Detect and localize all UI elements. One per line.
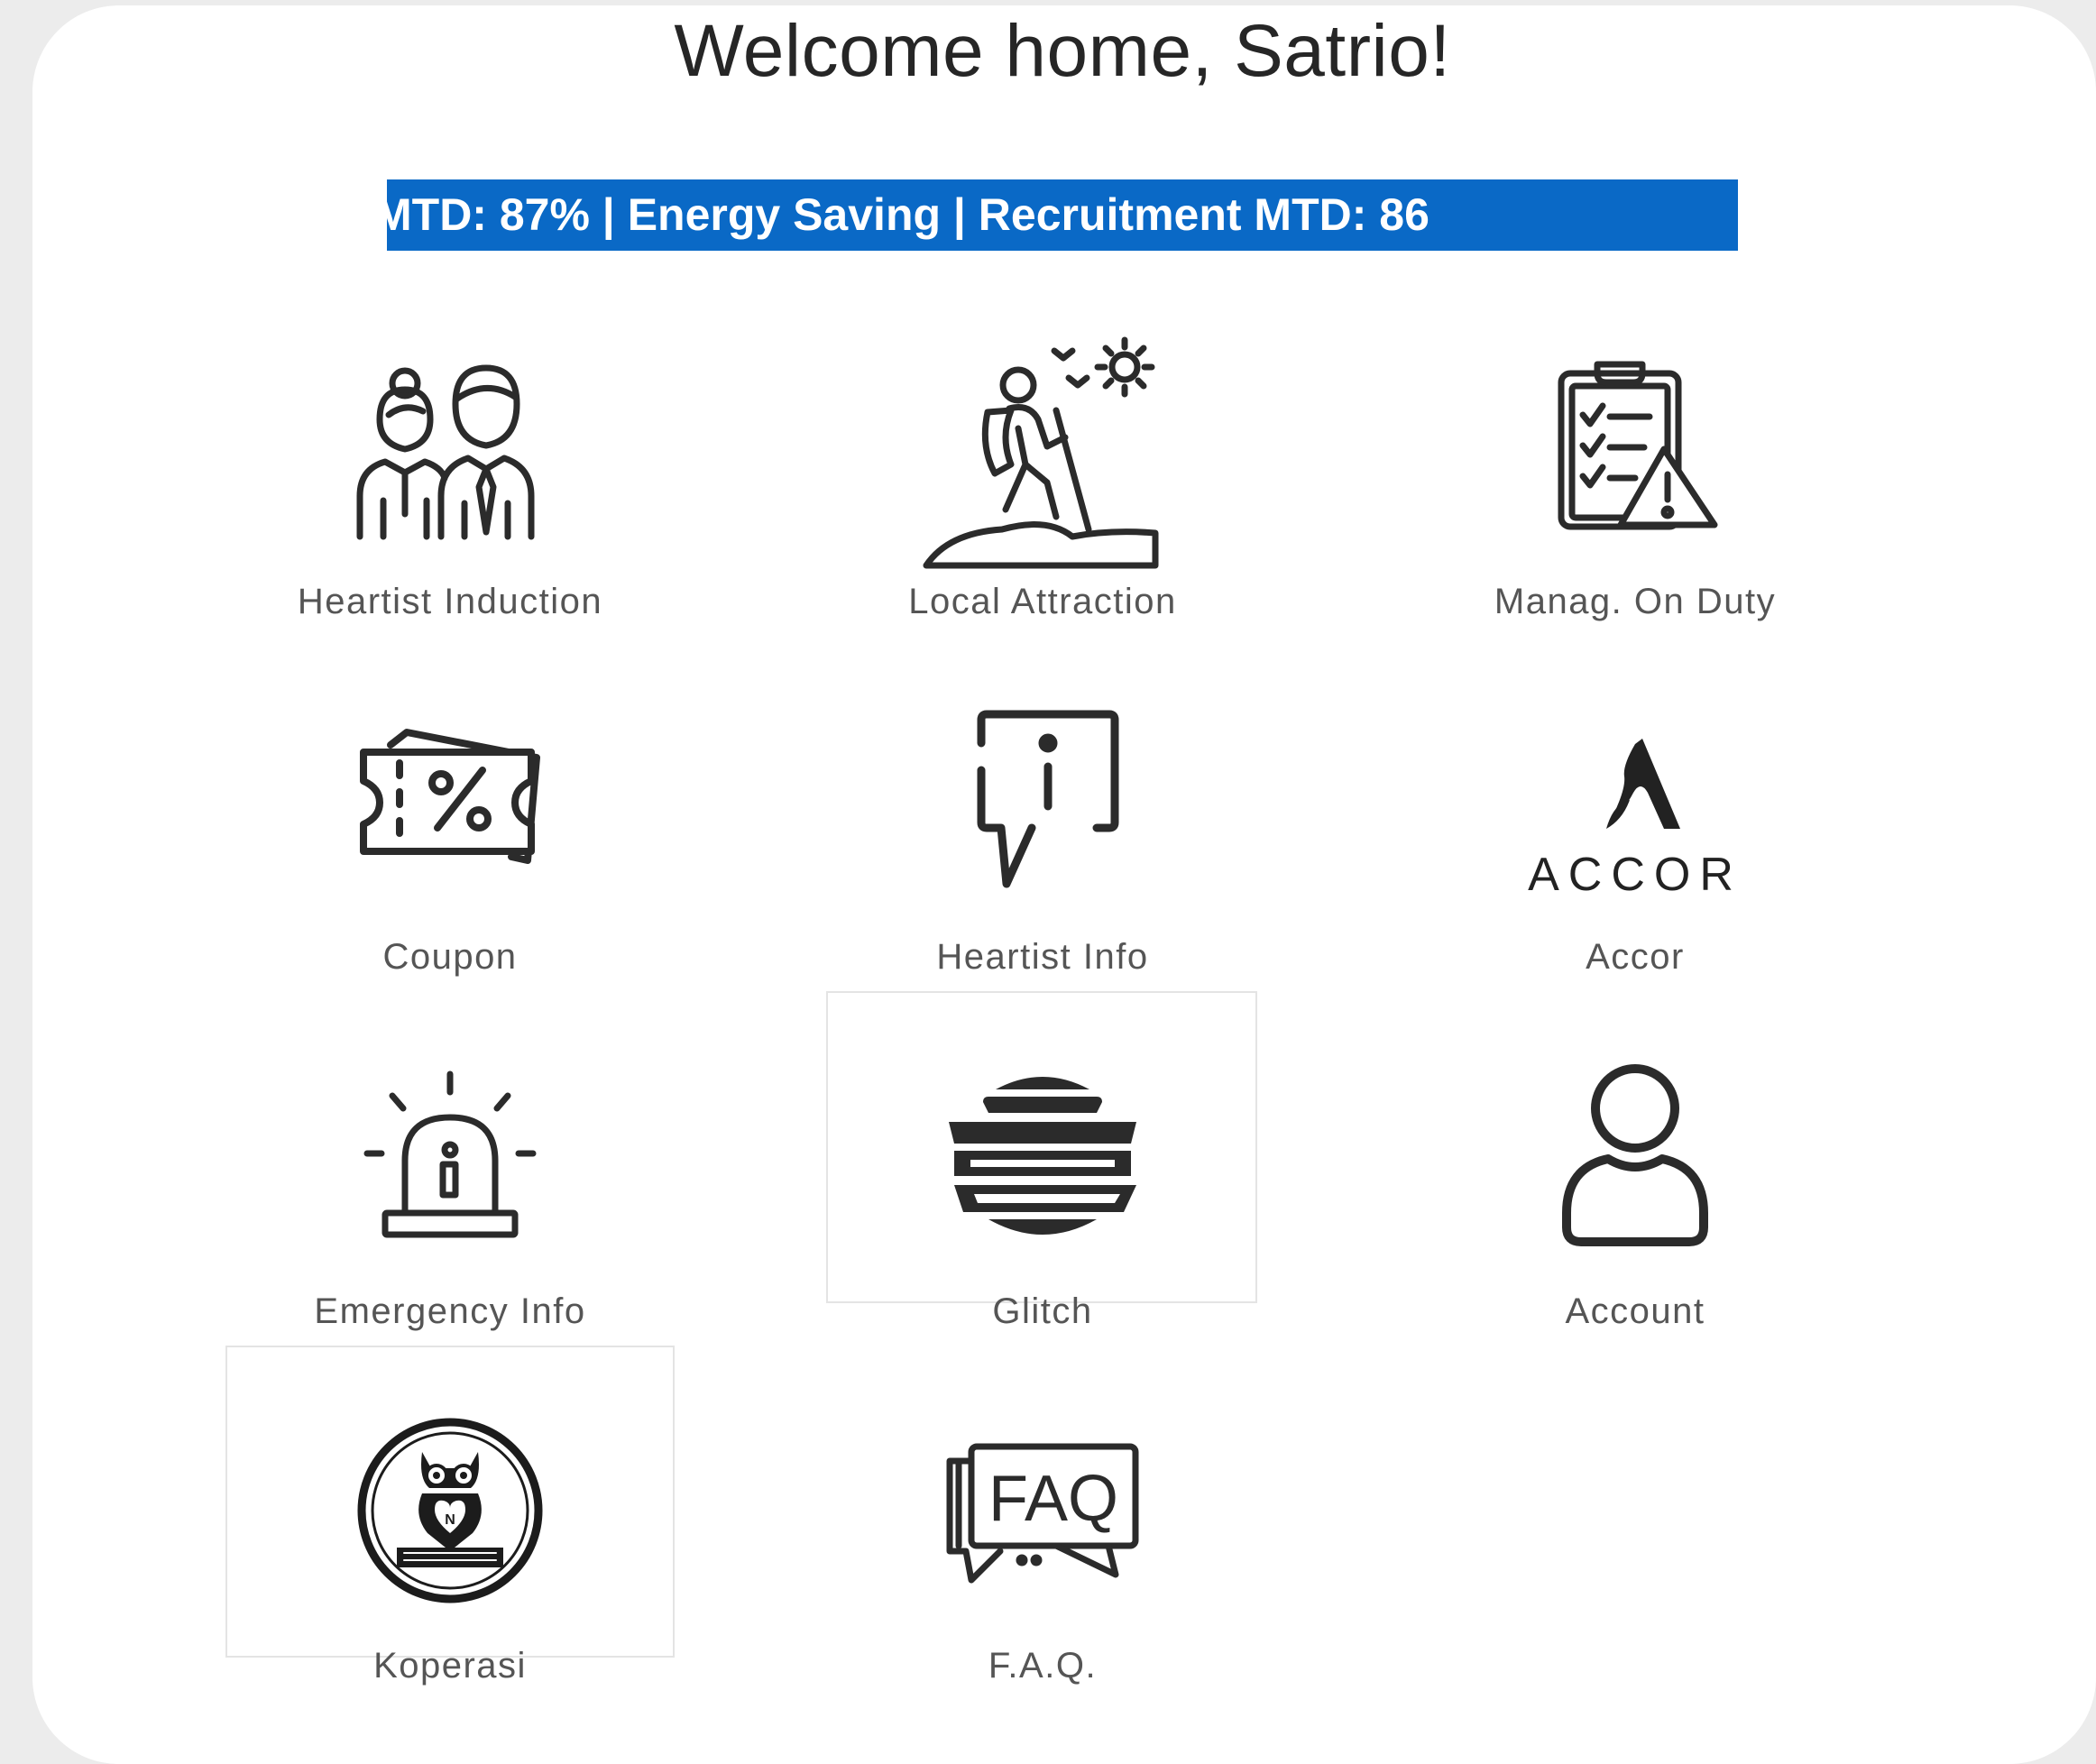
menu-item-label: Coupon: [382, 937, 518, 977]
koperasi-owl-logo: N: [198, 1375, 703, 1646]
ticker-text: MTD: 87% | Energy Saving | Recruitment M…: [387, 189, 1430, 240]
menu-item-label: Account: [1565, 1291, 1705, 1331]
menu-item-heartist-induction[interactable]: Heartist Induction: [198, 311, 703, 654]
accor-logo: ACCOR: [1383, 666, 1888, 937]
menu-item-label: Heartist Info: [936, 937, 1149, 977]
menu-item-koperasi[interactable]: N Koperasi: [198, 1375, 703, 1718]
page-title: Welcome home, Satrio!: [674, 10, 1451, 92]
people-icon: [198, 311, 703, 582]
svg-text:N: N: [445, 1512, 455, 1528]
hiker-icon: [790, 311, 1295, 582]
user-icon: [1383, 1021, 1888, 1291]
faq-icon: FAQ: [790, 1375, 1295, 1646]
menu-item-heartist-info[interactable]: Heartist Info: [790, 666, 1295, 1009]
clipboard-warning-icon: [1383, 311, 1888, 582]
menu-item-label: Glitch: [992, 1291, 1093, 1331]
menu-item-emergency-info[interactable]: Emergency Info: [198, 1021, 703, 1364]
menu-item-faq[interactable]: FAQ F.A.Q.: [790, 1375, 1295, 1718]
menu-item-label: F.A.Q.: [988, 1646, 1098, 1686]
menu-item-glitch[interactable]: Glitch: [790, 1021, 1295, 1364]
menu-item-coupon[interactable]: Coupon: [198, 666, 703, 1009]
menu-item-label: Heartist Induction: [297, 582, 603, 621]
menu-item-label: Koperasi: [373, 1646, 527, 1686]
info-bubble-icon: [790, 666, 1295, 937]
menu-item-local-attraction[interactable]: Local Attraction: [790, 311, 1295, 654]
menu-item-label: Local Attraction: [908, 582, 1177, 621]
menu-item-label: Emergency Info: [314, 1291, 586, 1331]
menu-item-accor[interactable]: ACCOR Accor: [1383, 666, 1888, 1009]
alarm-light-icon: [198, 1021, 703, 1291]
glitch-icon: [790, 1021, 1295, 1291]
menu-item-account[interactable]: Account: [1383, 1021, 1888, 1364]
menu-item-manag-on-duty[interactable]: Manag. On Duty: [1383, 311, 1888, 654]
menu-item-label: Manag. On Duty: [1494, 582, 1777, 621]
menu-item-label: Accor: [1586, 937, 1685, 977]
svg-text:FAQ: FAQ: [988, 1463, 1118, 1535]
accor-logo-text: ACCOR: [1528, 849, 1742, 901]
announcement-ticker: MTD: 87% | Energy Saving | Recruitment M…: [387, 179, 1738, 251]
coupon-icon: [198, 666, 703, 937]
